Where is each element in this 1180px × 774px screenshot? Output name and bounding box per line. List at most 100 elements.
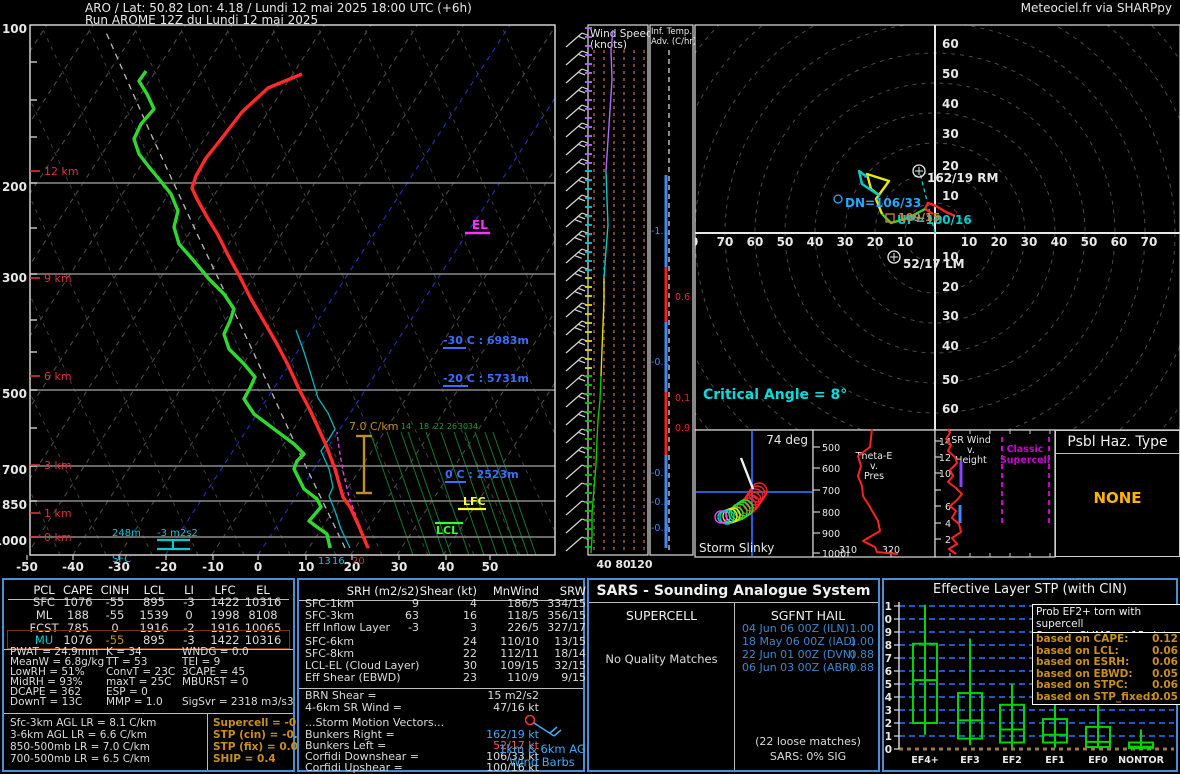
critical-angle-label: Critical Angle = 8° <box>703 387 847 403</box>
mixing-ratio-label: 26 <box>447 422 457 431</box>
sars-supercell-message: No Quality Matches <box>605 652 718 666</box>
wind-speed-panel: Wind Speed(knots)40 80120 <box>585 24 653 571</box>
hodo-ring-label: 50 <box>777 235 794 249</box>
sharppy-sounding-view: ARO / Lat: 50.82 Lon: 4.18 / Lundi 12 ma… <box>0 0 1180 774</box>
skewt-annotation: -30 C : 6983m <box>443 334 529 347</box>
temp-advection-panel: Inf. Temp.Adv. (C/hr) -1.1 0.6 -0.1 0.1 0.9 -0… <box>649 24 696 556</box>
advection-value: -1.1 <box>651 226 670 237</box>
advection-value: 0.1 <box>675 393 690 404</box>
stp-y-label: 9 <box>885 627 892 639</box>
stp-y-label: 2 <box>885 718 892 730</box>
height-km-label: 12 km <box>44 165 79 178</box>
bunkers-left-marker <box>887 250 901 264</box>
stp-prob-label: based on STPC: <box>1036 679 1128 691</box>
thermo-index: MBURST = 0 <box>182 676 249 688</box>
barb-note-line2: Wind Barbs <box>509 755 575 769</box>
parcel-thermo-panel: PCL CAPE CINH LCL LI LFC EL SFC 1076 -55 895 -3 1422… <box>2 578 307 772</box>
srwind-height-label: 12 <box>939 453 951 464</box>
temp-axis-label: -40 <box>62 560 84 574</box>
stp-panel: Effective Layer STP (with CIN) 0 1 2 3 4 5 6 7 8 9… <box>882 578 1180 772</box>
classic-supercell-label: Supercell <box>1000 455 1050 466</box>
lapse-rate: 3-6km AGL LR = 6.6 C/km <box>10 729 147 741</box>
stp-category-label: EF1 <box>1045 755 1065 766</box>
hodo-ring-label: 70 <box>1141 235 1158 249</box>
stp-prob-label: based on EBWD: <box>1036 667 1133 680</box>
advection-units: Adv. (C/hr) <box>651 37 696 47</box>
hodo-ring-label: 40 <box>1051 235 1068 249</box>
stp-prob-label: based on CAPE: <box>1036 633 1129 645</box>
srwind-panel: 141210642SR Windv.HeightClassicSupercell <box>934 428 1056 558</box>
srwind-height-label: 10 <box>939 469 951 480</box>
sars-hail-match-score: 1.00 <box>849 622 875 635</box>
stp-y-label: 3 <box>885 705 892 717</box>
temp-axis-label: 30 <box>391 560 408 574</box>
kinematics-value: 9/15 <box>561 671 586 684</box>
storm-slinky-panel: 74 deg Storm Slinky <box>694 429 814 558</box>
thetae-pressure-label: 700 <box>822 486 840 497</box>
hodo-ring-label: 60 <box>942 402 959 416</box>
mixing-ratio-label: 18 <box>419 422 429 431</box>
hodo-ring-label: 30 <box>942 309 959 323</box>
lm-label: 52/17 LM <box>903 257 965 271</box>
hodo-ring-label: 60 <box>942 37 959 51</box>
mixing-ratio-label: 14 <box>401 422 411 431</box>
thetae-panel: 5006007008009001000310 320Theta-Ev.Pres <box>812 428 936 560</box>
thetae-pressure-label: 800 <box>822 508 840 519</box>
hodo-ring-label: 20 <box>867 235 884 249</box>
lapse-rate: 850-500mb LR = 7.0 C/km <box>10 741 150 753</box>
advection-value: 0.9 <box>675 423 690 434</box>
hodo-ring-label: 40 <box>942 97 959 111</box>
skewt-annotation: LCL <box>436 524 458 537</box>
temp-axis-label: -50 <box>16 560 38 574</box>
skewt-annotation: 16 <box>332 556 345 567</box>
advection-value: -0.1 <box>651 357 670 368</box>
hodo-ring-label: 50 <box>942 373 959 387</box>
stp-y-label: 8 <box>885 640 892 652</box>
mixing-ratio-label: 30 <box>458 422 468 431</box>
skewt-annotation: 0 C : 2523m <box>445 468 519 481</box>
height-km-label: 1 km <box>44 507 72 520</box>
composite-index: STP (cin) = -0.0 <box>213 729 306 741</box>
thetae-x-label: 310 <box>839 545 857 556</box>
skewt-annotation: -3 m2s2 <box>157 528 198 539</box>
sars-sig-probability: SARS: 0% SIG <box>769 750 847 763</box>
stp-category-label: EF3 <box>960 755 980 766</box>
skewt-annotation: SFC <box>112 554 131 565</box>
rm-label: 162/19 RM <box>927 171 999 185</box>
wind-speed-axis-label: 40 <box>596 558 612 571</box>
thermo-index: SigSvr = 2318 m3/s3 <box>182 696 294 708</box>
pressure-label: 700 <box>2 463 27 477</box>
hodo-ring-label: 10 <box>961 235 978 249</box>
hazard-panel: Psbl Haz. Type NONE <box>1055 430 1180 557</box>
kinematics-header: SRW <box>559 584 586 598</box>
thermo-index: DownT = 13C <box>10 696 83 708</box>
wind-speed-axis-label: 120 <box>630 558 653 571</box>
stp-y-label: 1 <box>885 731 892 743</box>
hodo-ring-label: 10 <box>897 235 914 249</box>
advection-title: Inf. Temp. <box>651 27 692 37</box>
stp-prob-value: 0.06 <box>1152 679 1178 691</box>
stp-y-label: 6 <box>885 666 892 678</box>
wind-speed-units: (knots) <box>590 39 627 51</box>
skewt-annotation: 7.0 C/km <box>349 420 398 433</box>
thetae-pressure-label: 900 <box>822 529 840 540</box>
hodo-ring-label: 30 <box>1021 235 1038 249</box>
stp-category-label: EF2 <box>1002 755 1022 766</box>
hazard-title: Psbl Haz. Type <box>1067 434 1168 450</box>
mixing-ratio-label: 22 <box>434 422 444 431</box>
hodo-ring-label: 30 <box>837 235 854 249</box>
sars-hail-match-score: 1.00 <box>849 635 875 648</box>
hodo-ring-label: 10 <box>942 189 959 203</box>
temp-axis-label: 40 <box>438 560 455 574</box>
stp-category-label: NONTOR <box>1118 755 1165 766</box>
skewt-annotation: -20 C : 5731m <box>443 372 529 385</box>
advection-value: -0.1 <box>651 468 670 479</box>
stp-prob-value: 0.06 <box>1152 656 1178 668</box>
kinematics-value: 327/17 <box>547 621 586 634</box>
advection-value: -0.5 <box>651 497 670 508</box>
height-km-label: 3 km <box>44 459 72 472</box>
sars-hail-match-score: 0.88 <box>849 661 875 674</box>
stp-prob-value: 0.05 <box>1152 690 1178 703</box>
mixing-ratio-label: 34 <box>468 422 478 431</box>
hodo-ring-label: 50 <box>1081 235 1098 249</box>
